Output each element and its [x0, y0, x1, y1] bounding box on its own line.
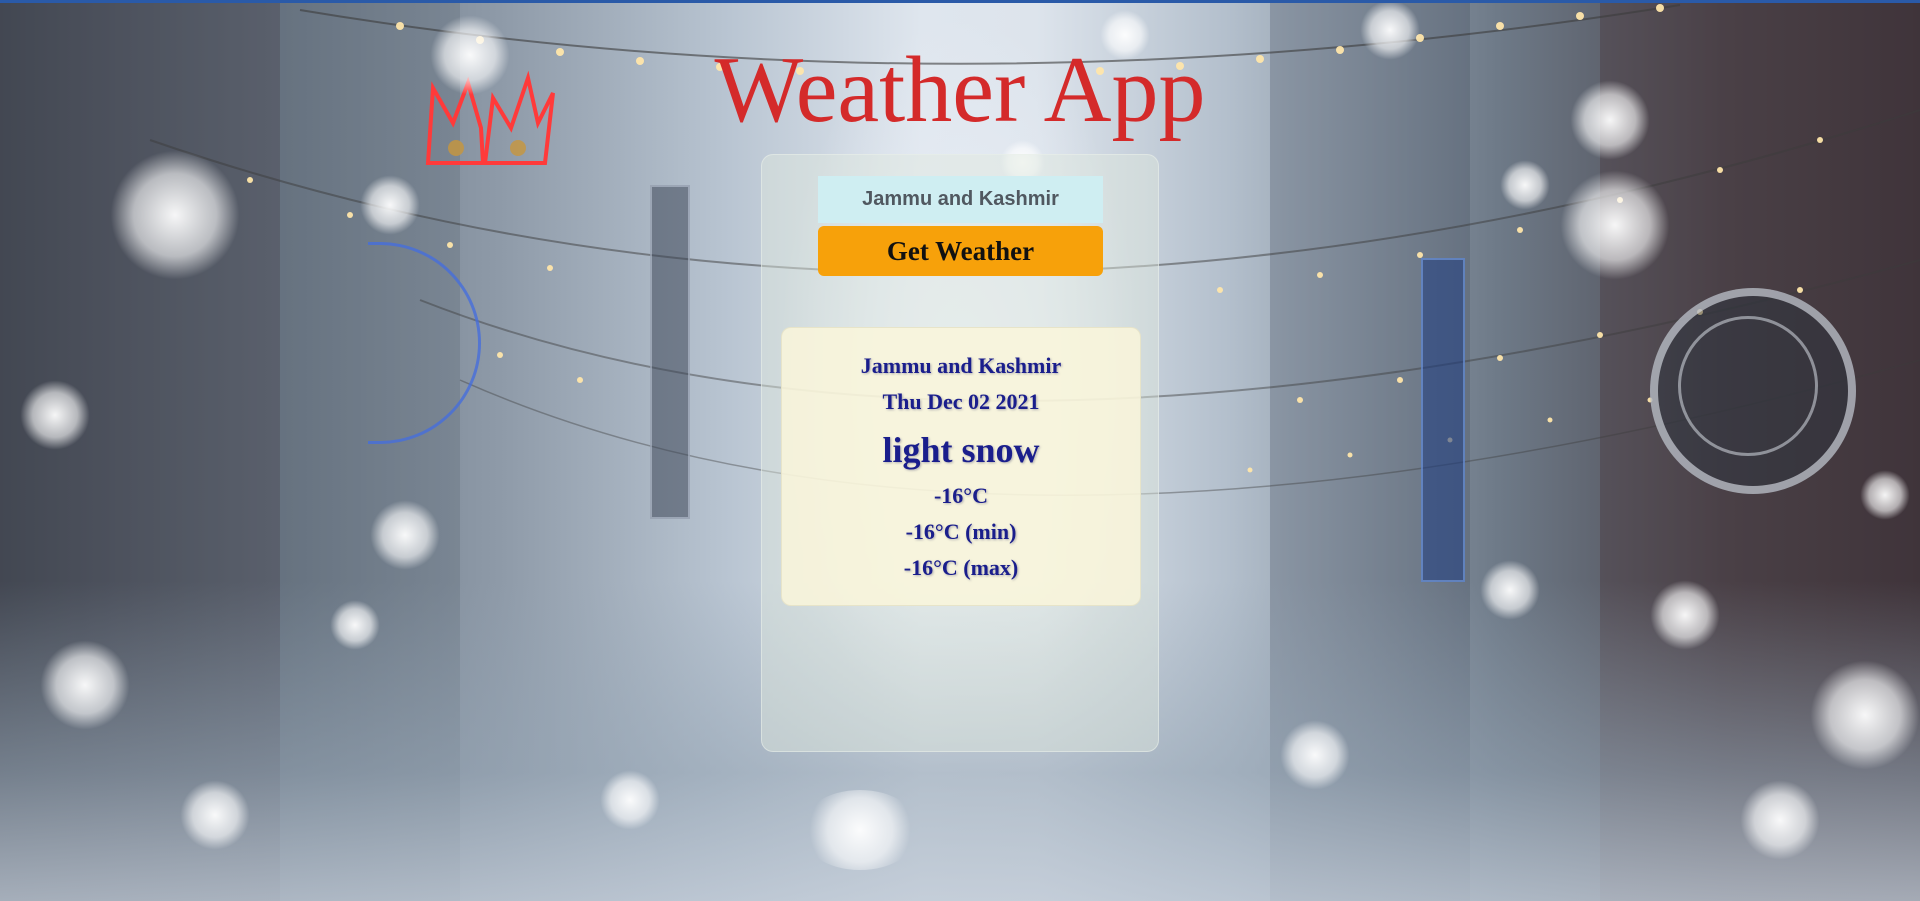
weather-result-card: Jammu and Kashmir Thu Dec 02 2021 light … [781, 327, 1141, 606]
page-title: Weather App [714, 38, 1206, 142]
result-description: light snow [882, 430, 1040, 470]
snowflake [370, 500, 440, 570]
snowflake [1480, 560, 1540, 620]
snowflake [40, 640, 130, 730]
snowflake [1650, 580, 1720, 650]
snowflake [1860, 470, 1910, 520]
snowflake [800, 790, 920, 870]
snowflake [1810, 660, 1920, 770]
snowflake [1560, 170, 1670, 280]
snowflake [360, 175, 420, 235]
result-temperature: -16°C [933, 483, 988, 508]
snowflake [1740, 780, 1820, 860]
snowflake [330, 600, 380, 650]
snowflake [20, 380, 90, 450]
result-date: Thu Dec 02 2021 [882, 389, 1040, 414]
snowflake [180, 780, 250, 850]
result-temp-min: -16°C (min) [905, 519, 1017, 544]
top-strip [0, 0, 1920, 3]
pickwick-sign [650, 185, 690, 519]
snowflake [1500, 160, 1550, 210]
snowflake [1280, 720, 1350, 790]
snowflake [110, 150, 240, 280]
snowflake [600, 770, 660, 830]
result-location: Jammu and Kashmir [860, 353, 1062, 378]
house-of-blues-sign [1421, 258, 1465, 582]
get-weather-button[interactable]: Get Weather [818, 226, 1103, 276]
location-input[interactable] [818, 176, 1103, 223]
weather-panel: Get Weather Jammu and Kashmir Thu Dec 02… [761, 154, 1159, 752]
clothing-co-sign [1650, 288, 1856, 494]
result-temp-max: -16°C (max) [903, 555, 1019, 580]
